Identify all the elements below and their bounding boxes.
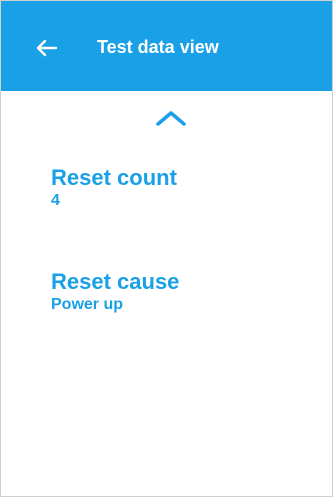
list-item-reset-count: Reset count 4 <box>51 165 177 211</box>
scroll-up-button[interactable] <box>150 107 192 129</box>
back-button[interactable] <box>29 31 63 65</box>
list-item-reset-cause: Reset cause Power up <box>51 269 179 315</box>
header-bar: Test data view <box>1 1 332 91</box>
reset-count-label: Reset count <box>51 165 177 190</box>
screen-frame: Test data view Reset count 4 Reset cause… <box>0 0 333 497</box>
reset-count-value: 4 <box>51 192 60 209</box>
back-arrow-icon <box>36 39 58 57</box>
reset-cause-label: Reset cause <box>51 269 180 294</box>
reset-cause-value: Power up <box>51 296 124 313</box>
page-title: Test data view <box>97 37 219 57</box>
chevron-up-icon <box>156 111 186 126</box>
